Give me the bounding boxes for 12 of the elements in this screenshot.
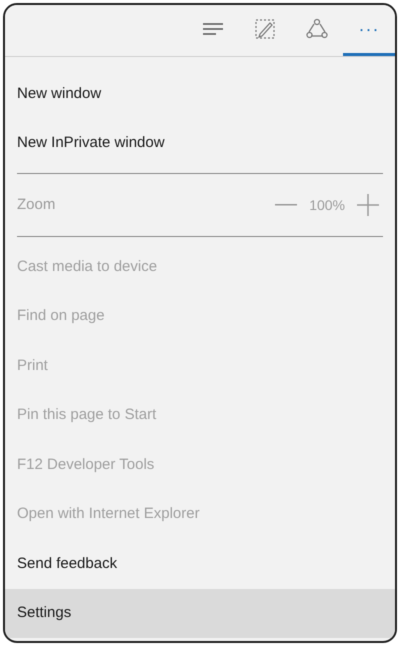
menu-item[interactable]: New InPrivate window [5, 118, 395, 168]
menu-item[interactable]: New window [5, 69, 395, 118]
zoom-label: Zoom [17, 194, 56, 215]
pen-icon [254, 18, 276, 40]
more-button[interactable]: ··· [343, 5, 395, 56]
share-icon [306, 18, 328, 40]
plus-icon [357, 194, 379, 216]
zoom-value: 100% [309, 196, 345, 214]
menu-item[interactable]: Settings [5, 588, 395, 638]
menu-item[interactable]: Send feedback [5, 539, 395, 588]
menu-lines-icon [203, 22, 223, 36]
minus-icon [275, 204, 298, 206]
